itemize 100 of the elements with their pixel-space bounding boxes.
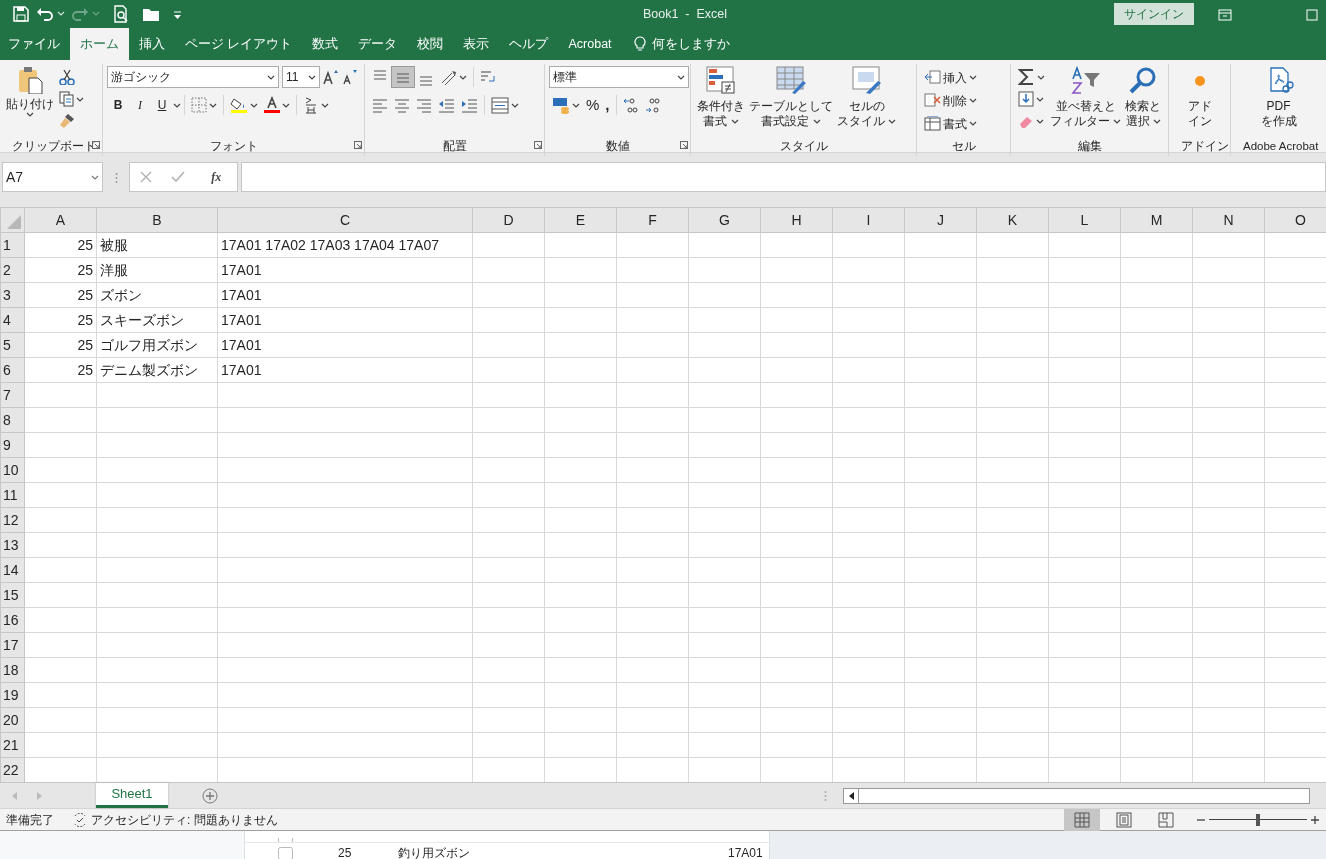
column-header[interactable]: L <box>1048 207 1121 233</box>
decrease-decimal-icon[interactable] <box>644 96 661 114</box>
add-sheet-icon[interactable] <box>202 787 218 804</box>
column-header[interactable]: K <box>976 207 1049 233</box>
row-header[interactable]: 10 <box>0 457 25 483</box>
text-orientation-icon[interactable] <box>440 68 457 86</box>
column-header[interactable]: N <box>1192 207 1265 233</box>
row-header[interactable]: 6 <box>0 357 25 383</box>
row-header[interactable]: 1 <box>0 232 25 258</box>
caret-icon[interactable] <box>812 119 821 125</box>
phonetic-guide-icon[interactable] <box>303 96 319 114</box>
tell-me-field[interactable]: 何をしますか <box>651 34 730 54</box>
caret-icon[interactable] <box>173 102 181 108</box>
zoom-slider[interactable] <box>1209 812 1307 827</box>
caret-icon[interactable] <box>321 102 329 108</box>
ribbon-tab[interactable]: 数式 <box>302 28 349 60</box>
row-header[interactable]: 13 <box>0 532 25 558</box>
dialog-launcher-icon[interactable] <box>680 140 688 149</box>
caret-icon[interactable] <box>250 102 258 108</box>
check-icon[interactable] <box>171 171 186 183</box>
create-pdf-button[interactable]: PDF を作成 <box>1258 66 1299 138</box>
slider-thumb[interactable] <box>1256 813 1260 826</box>
formula-input[interactable] <box>241 162 1326 192</box>
sheet-tab[interactable]: Sheet1 <box>96 783 168 808</box>
caret-icon[interactable] <box>1036 118 1044 124</box>
row-header[interactable]: 20 <box>0 707 25 733</box>
accessibility-status[interactable]: アクセシビリティ: 問題ありません <box>91 810 278 829</box>
comma-style-button[interactable]: , <box>602 94 613 116</box>
find-select-button[interactable]: 検索と 選択 <box>1123 66 1164 138</box>
sort-filter-button[interactable]: 並べ替えと フィルター <box>1048 66 1124 138</box>
ribbon-display-icon[interactable] <box>1218 8 1232 21</box>
dialog-launcher-icon[interactable] <box>534 140 542 149</box>
delete-cells-button[interactable]: 削除 <box>921 89 980 112</box>
row-header[interactable]: 14 <box>0 557 25 583</box>
insert-function-button[interactable]: fx <box>205 167 228 187</box>
row-header[interactable]: 7 <box>0 382 25 408</box>
caret-icon[interactable] <box>969 98 977 103</box>
ribbon-tab[interactable]: 表示 <box>453 28 500 60</box>
row-header[interactable]: 19 <box>0 682 25 708</box>
ribbon-tab[interactable]: 挿入 <box>129 28 175 60</box>
row-header[interactable]: 22 <box>0 757 25 782</box>
page-layout-view-icon[interactable] <box>1115 810 1133 829</box>
increase-font-icon[interactable] <box>323 69 339 85</box>
column-header[interactable]: C <box>217 207 473 233</box>
cell-styles-button[interactable]: セルの スタイル <box>835 66 899 138</box>
row-header[interactable]: 11 <box>0 482 25 508</box>
format-as-table-button[interactable]: テーブルとして 書式設定 <box>747 66 835 138</box>
ribbon-tab[interactable]: ページ レイアウト <box>175 28 303 60</box>
row-header[interactable]: 4 <box>0 307 25 333</box>
fill-down-icon[interactable] <box>1018 91 1034 107</box>
checkbox-icon[interactable] <box>278 847 293 859</box>
increase-decimal-icon[interactable] <box>622 96 639 114</box>
bold-button[interactable]: B <box>107 94 129 116</box>
row-header[interactable]: 9 <box>0 432 25 458</box>
row-header[interactable]: 12 <box>0 507 25 533</box>
row-header[interactable]: 2 <box>0 257 25 283</box>
row-header[interactable]: 3 <box>0 282 25 308</box>
increase-indent-icon[interactable] <box>461 96 478 114</box>
normal-view-icon[interactable] <box>1073 810 1091 829</box>
column-header[interactable]: G <box>688 207 761 233</box>
caret-icon[interactable] <box>282 102 290 108</box>
horizontal-scrollbar[interactable] <box>843 787 1310 804</box>
row-header[interactable]: 16 <box>0 607 25 633</box>
column-header[interactable]: E <box>544 207 617 233</box>
print-preview-icon[interactable] <box>112 5 130 24</box>
caret-icon[interactable] <box>308 74 316 80</box>
fill-color-icon[interactable] <box>230 96 248 114</box>
merge-cells-icon[interactable] <box>491 96 509 114</box>
scissors-icon[interactable] <box>59 69 75 85</box>
autosum-icon[interactable] <box>1018 68 1035 86</box>
underline-button[interactable]: U <box>151 94 173 116</box>
insert-cells-button[interactable]: 挿入 <box>921 66 980 89</box>
caret-icon[interactable] <box>459 74 467 80</box>
caret-icon[interactable] <box>91 174 99 180</box>
caret-icon[interactable] <box>1036 96 1044 102</box>
maximize-icon[interactable] <box>1306 8 1318 21</box>
zoom-in-icon[interactable] <box>1310 815 1320 826</box>
caret-icon[interactable] <box>969 75 977 80</box>
currency-icon[interactable] <box>552 95 570 115</box>
ribbon-tab[interactable]: Acrobat <box>558 28 622 60</box>
column-header[interactable]: B <box>96 207 218 233</box>
font-name-dropdown[interactable]: 游ゴシック <box>107 66 279 88</box>
lightbulb-icon[interactable] <box>633 36 646 52</box>
caret-icon[interactable] <box>511 102 519 108</box>
column-header[interactable]: M <box>1120 207 1193 233</box>
caret-icon[interactable] <box>1037 74 1045 80</box>
scroll-left-icon[interactable] <box>848 791 854 800</box>
column-header[interactable]: A <box>24 207 97 233</box>
add-ins-button[interactable]: アド イン <box>1185 66 1214 138</box>
percent-button[interactable]: % <box>583 94 603 116</box>
row-header[interactable]: 5 <box>0 332 25 358</box>
page-break-view-icon[interactable] <box>1157 810 1175 829</box>
caret-icon[interactable] <box>730 119 739 125</box>
column-header[interactable]: I <box>832 207 905 233</box>
copy-icon[interactable] <box>59 91 74 107</box>
format-painter-icon[interactable] <box>59 113 75 129</box>
caret-icon[interactable] <box>209 102 217 108</box>
caret-icon[interactable] <box>677 74 685 80</box>
ribbon-tab[interactable]: ファイル <box>0 28 70 60</box>
dialog-launcher-icon[interactable] <box>354 140 362 149</box>
